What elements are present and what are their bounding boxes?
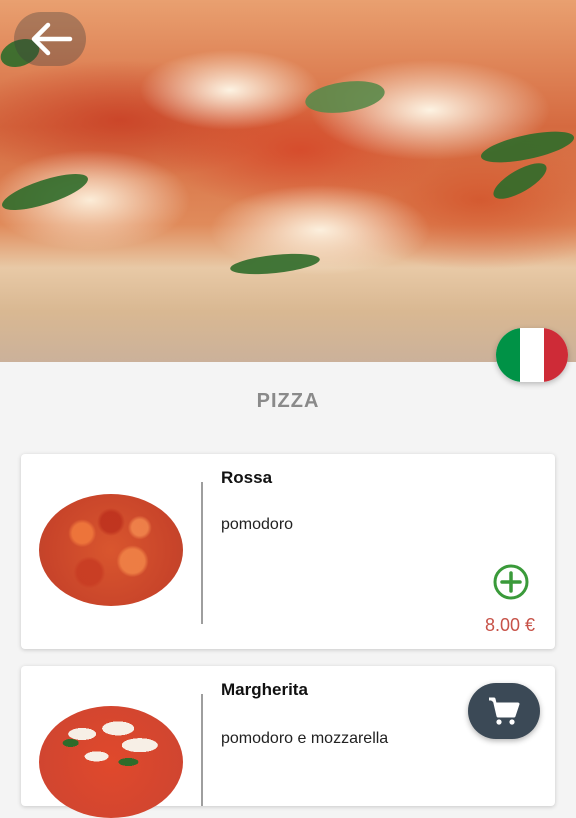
- product-card[interactable]: Rossa pomodoro 8.00 €: [21, 454, 555, 649]
- product-name: Rossa: [221, 468, 273, 487]
- product-image: [39, 494, 183, 606]
- arrow-left-icon: [31, 22, 73, 56]
- cart-button[interactable]: [468, 683, 540, 739]
- shopping-cart-icon: [489, 697, 520, 725]
- divider: [201, 482, 203, 624]
- product-card[interactable]: Margherita pomodoro e mozzarella: [21, 666, 555, 818]
- product-description: pomodoro e mozzarella: [221, 730, 389, 747]
- language-flag-button[interactable]: [496, 328, 568, 382]
- add-to-cart-icon[interactable]: [491, 562, 531, 602]
- hero-image: [0, 0, 576, 362]
- product-image: [39, 706, 183, 818]
- product-name: Margherita: [221, 680, 308, 699]
- product-description: pomodoro: [221, 516, 294, 533]
- divider: [201, 694, 203, 806]
- product-price: 8.00 €: [484, 615, 535, 635]
- back-button[interactable]: [14, 12, 86, 66]
- section-title: PIZZA: [256, 390, 320, 412]
